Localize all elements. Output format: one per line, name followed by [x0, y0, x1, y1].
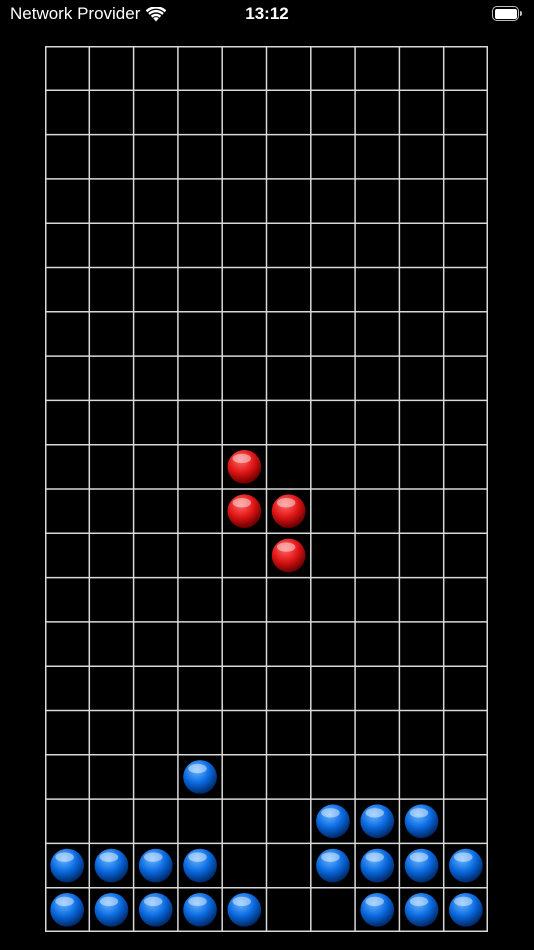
locked-block [227, 893, 262, 927]
active-piece-block [271, 538, 306, 573]
status-bar: Network Provider 13:12 [0, 0, 534, 34]
locked-block [183, 760, 217, 794]
locked-block [94, 893, 129, 927]
locked-block [183, 848, 217, 883]
active-piece-block [227, 494, 262, 528]
locked-block [449, 893, 483, 927]
locked-block [50, 893, 84, 927]
locked-block [404, 804, 439, 839]
board-grid [45, 46, 488, 932]
game-board[interactable] [45, 46, 488, 932]
locked-block [449, 848, 483, 883]
game-board-canvas[interactable] [45, 46, 488, 932]
locked-block [316, 848, 350, 883]
locked-block [404, 893, 439, 927]
locked-block [360, 848, 395, 883]
status-time: 13:12 [245, 4, 289, 23]
locked-block [183, 893, 217, 927]
locked-block [94, 848, 129, 883]
locked-block [138, 893, 173, 927]
locked-block [138, 848, 173, 883]
locked-block [50, 848, 84, 883]
locked-block [316, 804, 350, 839]
locked-block [360, 893, 395, 927]
active-piece-block [271, 494, 306, 528]
battery-icon [492, 6, 524, 23]
locked-block [404, 848, 439, 883]
active-piece-block [227, 450, 262, 484]
locked-block [360, 804, 395, 839]
